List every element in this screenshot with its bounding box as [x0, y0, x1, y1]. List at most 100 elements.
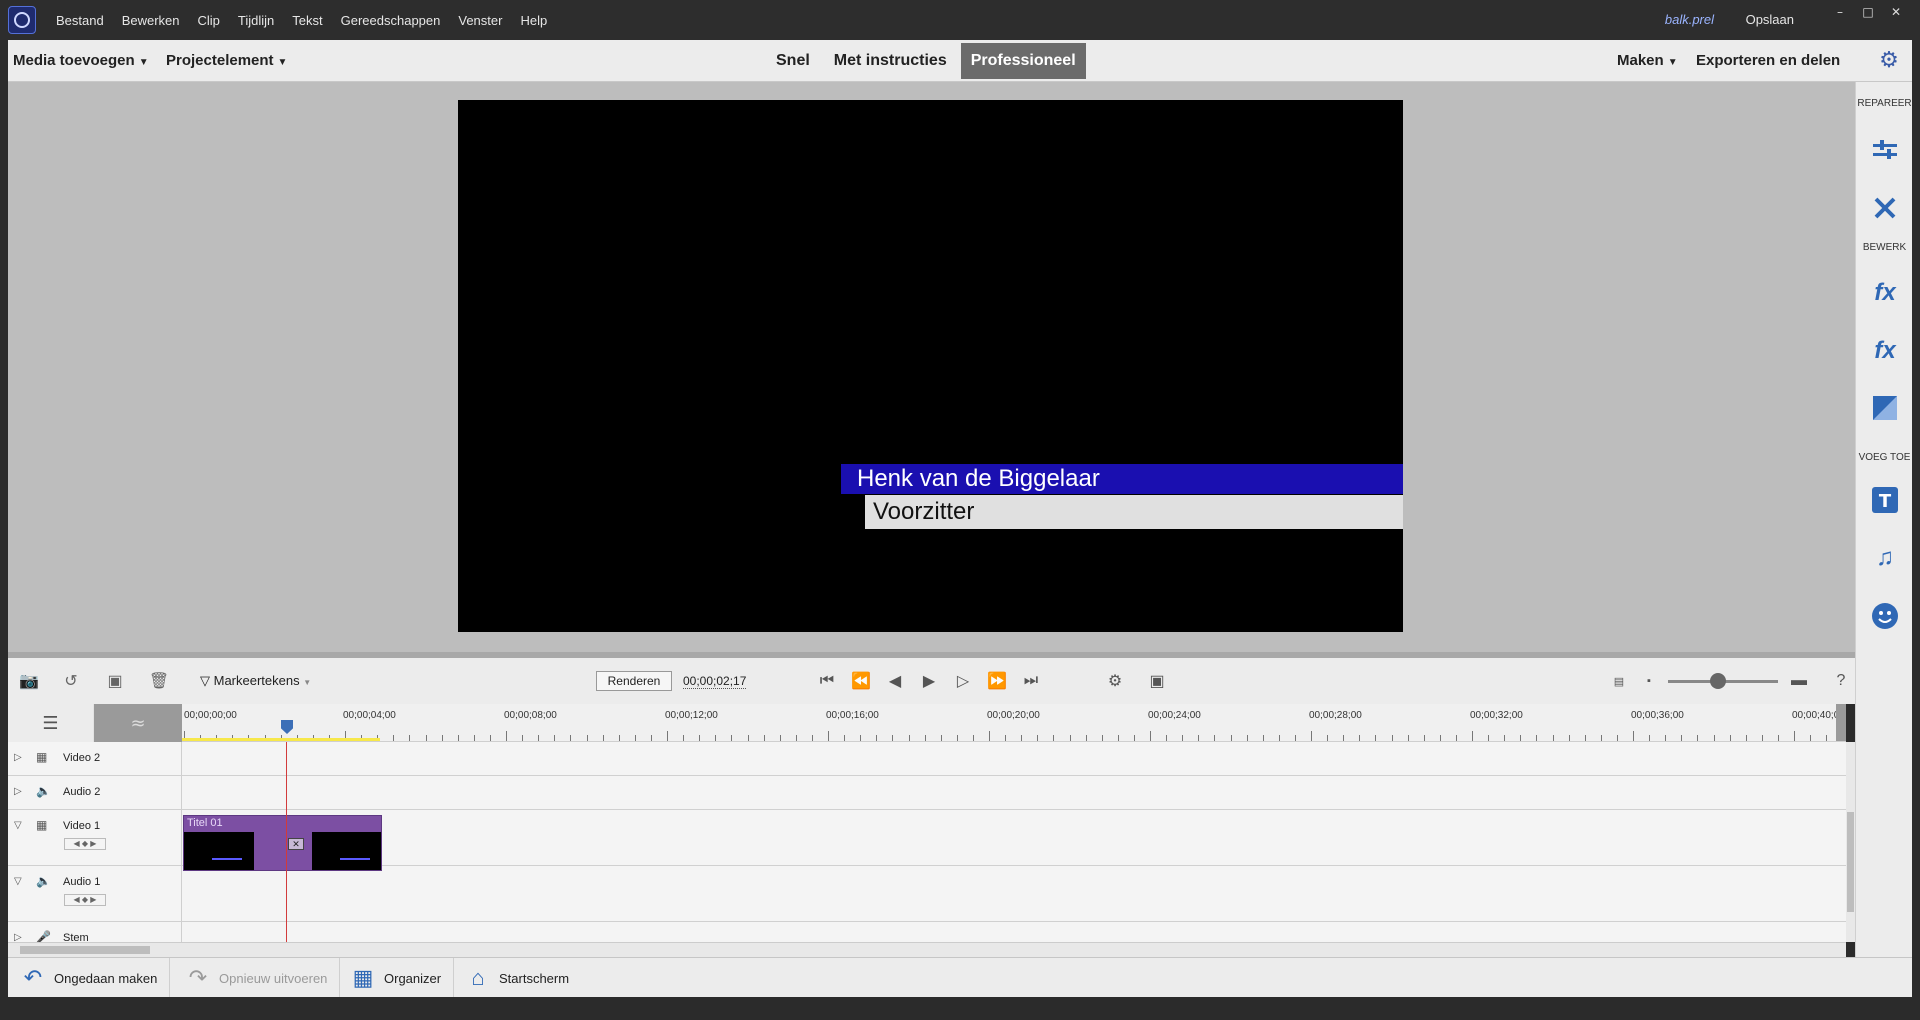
project-assets-dropdown[interactable]: Projectelement ▼: [166, 52, 287, 69]
menu-tijdlijn[interactable]: Tijdlijn: [238, 13, 274, 28]
film-icon[interactable]: ▦: [36, 818, 47, 832]
menu-venster[interactable]: Venster: [458, 13, 502, 28]
go-to-start-icon[interactable]: ⏮: [816, 670, 838, 692]
title-name-bar[interactable]: Henk van de Biggelaar: [841, 464, 1403, 494]
add-media-dropdown[interactable]: Media toevoegen ▼: [13, 52, 149, 69]
ruler-label: 00;00;24;00: [1148, 710, 1201, 721]
ruler-tick: [1423, 735, 1425, 741]
transition-marker-icon[interactable]: ✕: [288, 838, 304, 850]
expand-triangle-icon[interactable]: ▷: [14, 752, 22, 763]
export-share-button[interactable]: Exporteren en delen: [1696, 52, 1840, 69]
ruler-tick: [1552, 735, 1554, 741]
track-audio-2[interactable]: ▷ 🔈 Audio 2: [8, 776, 1846, 810]
tab-professioneel[interactable]: Professioneel: [960, 43, 1086, 79]
zoom-out-icon[interactable]: ▪: [1638, 670, 1660, 692]
help-icon[interactable]: ?: [1830, 670, 1852, 692]
zoom-in-icon[interactable]: ▬: [1788, 670, 1810, 692]
smart-trim-icon[interactable]: ↺: [60, 670, 82, 692]
render-button[interactable]: Renderen: [596, 671, 672, 691]
freeze-frame-icon[interactable]: ▣: [104, 670, 126, 692]
playhead-line[interactable]: [286, 742, 287, 942]
clip-label: Titel 01: [187, 817, 223, 829]
menu-clip[interactable]: Clip: [198, 13, 220, 28]
playhead-handle[interactable]: [281, 720, 293, 734]
transition-icon[interactable]: [1869, 392, 1901, 424]
ruler-tick: [683, 735, 685, 741]
work-area-bar[interactable]: [182, 738, 380, 741]
smiley-icon[interactable]: [1869, 600, 1901, 632]
effects-edit-icon[interactable]: fx: [1869, 277, 1901, 309]
redo-button[interactable]: ↷ Opnieuw uitvoeren: [173, 958, 341, 998]
menu-help[interactable]: Help: [520, 13, 547, 28]
timeline-clip[interactable]: Titel 01 ✕: [183, 815, 382, 871]
collapse-triangle-icon[interactable]: ▽: [14, 820, 22, 831]
home-icon: ⌂: [471, 965, 485, 990]
fx-icon[interactable]: fx: [1869, 335, 1901, 367]
monitor-panel[interactable]: Henk van de Biggelaar Voorzitter: [458, 100, 1403, 632]
main-menu: Bestand Bewerken Clip Tijdlijn Tekst Ger…: [56, 0, 547, 40]
tools-icon[interactable]: [1869, 192, 1901, 224]
track-video-2[interactable]: ▷ ▦ Video 2: [8, 742, 1846, 776]
organizer-button[interactable]: ▦ Organizer: [338, 958, 455, 998]
track-audio-1[interactable]: ▽ 🔈 Audio 1 ◀ ◆ ▶: [8, 866, 1846, 922]
trash-icon[interactable]: 🗑: [148, 670, 170, 692]
menu-bewerken[interactable]: Bewerken: [122, 13, 180, 28]
microphone-icon[interactable]: 🎤: [36, 930, 51, 942]
go-to-end-icon[interactable]: ⏭: [1020, 670, 1042, 692]
ruler-tick: [1504, 735, 1506, 741]
tab-met-instructies[interactable]: Met instructies: [824, 43, 957, 79]
tracks-vertical-scrollbar[interactable]: [1846, 742, 1855, 942]
ruler-tick: [972, 735, 974, 741]
menu-bestand[interactable]: Bestand: [56, 13, 104, 28]
speaker-icon[interactable]: 🔈: [36, 784, 51, 798]
step-forward-icon[interactable]: ▷: [952, 670, 974, 692]
maximize-button[interactable]: □: [1854, 2, 1882, 22]
expand-triangle-icon[interactable]: ▷: [14, 786, 22, 797]
save-button[interactable]: Opslaan: [1746, 12, 1794, 27]
expand-triangle-icon[interactable]: ▷: [14, 932, 22, 942]
fast-forward-icon[interactable]: ⏩: [986, 670, 1008, 692]
monitor-settings-icon[interactable]: ⚙: [1104, 670, 1126, 692]
gear-icon[interactable]: ⚙: [1878, 49, 1900, 71]
undo-label: Ongedaan maken: [54, 970, 158, 986]
zoom-slider-handle[interactable]: [1710, 673, 1726, 689]
close-button[interactable]: ✕: [1882, 2, 1910, 22]
create-dropdown[interactable]: Maken ▼: [1617, 52, 1678, 69]
keyframe-controls[interactable]: ◀ ◆ ▶: [64, 838, 106, 850]
time-ruler[interactable]: 00;00;00;00 00;00;04;00 00;00;08;00 00;0…: [182, 704, 1846, 742]
scrollbar-thumb[interactable]: [20, 946, 150, 954]
film-icon[interactable]: ▦: [36, 750, 47, 764]
collapse-triangle-icon[interactable]: ▽: [14, 876, 22, 887]
tab-snel[interactable]: Snel: [766, 43, 820, 79]
undo-button[interactable]: ↶ Ongedaan maken: [8, 958, 171, 998]
keyframe-controls[interactable]: ◀ ◆ ▶: [64, 894, 106, 906]
camera-icon[interactable]: 📷: [18, 670, 40, 692]
minimize-button[interactable]: –: [1826, 2, 1854, 22]
audio-waveform-icon[interactable]: ≈: [94, 704, 182, 742]
ruler-tick: [1713, 735, 1715, 741]
markers-dropdown[interactable]: ▽ Markeertekens ▼: [200, 673, 311, 689]
ruler-tick: [892, 735, 894, 741]
rewind-icon[interactable]: ⏪: [850, 670, 872, 692]
title-icon[interactable]: T: [1869, 484, 1901, 516]
fullscreen-icon[interactable]: ▣: [1146, 670, 1168, 692]
ruler-label: 00;00;28;00: [1309, 710, 1362, 721]
ruler-tick: [1633, 731, 1634, 741]
speaker-icon[interactable]: 🔈: [36, 874, 51, 888]
track-list-icon[interactable]: ☰: [8, 704, 93, 742]
home-screen-button[interactable]: ⌂ Startscherm: [453, 958, 581, 998]
scrollbar-thumb[interactable]: [1847, 812, 1854, 912]
zoom-fit-icon[interactable]: ▤: [1608, 670, 1630, 692]
music-icon[interactable]: ♫: [1869, 542, 1901, 574]
app-logo-icon[interactable]: [8, 6, 36, 34]
play-icon[interactable]: ▶: [918, 670, 940, 692]
adjust-icon[interactable]: [1869, 134, 1901, 166]
timeline-horizontal-scrollbar[interactable]: [8, 942, 1846, 957]
organizer-label: Organizer: [384, 970, 442, 986]
menu-gereedschappen[interactable]: Gereedschappen: [341, 13, 441, 28]
track-voice[interactable]: ▷ 🎤 Stem: [8, 922, 1846, 942]
menu-tekst[interactable]: Tekst: [292, 13, 322, 28]
step-back-icon[interactable]: ◀: [884, 670, 906, 692]
timecode-display[interactable]: 00;00;02;17: [683, 674, 747, 689]
title-role-bar[interactable]: Voorzitter: [865, 495, 1403, 529]
